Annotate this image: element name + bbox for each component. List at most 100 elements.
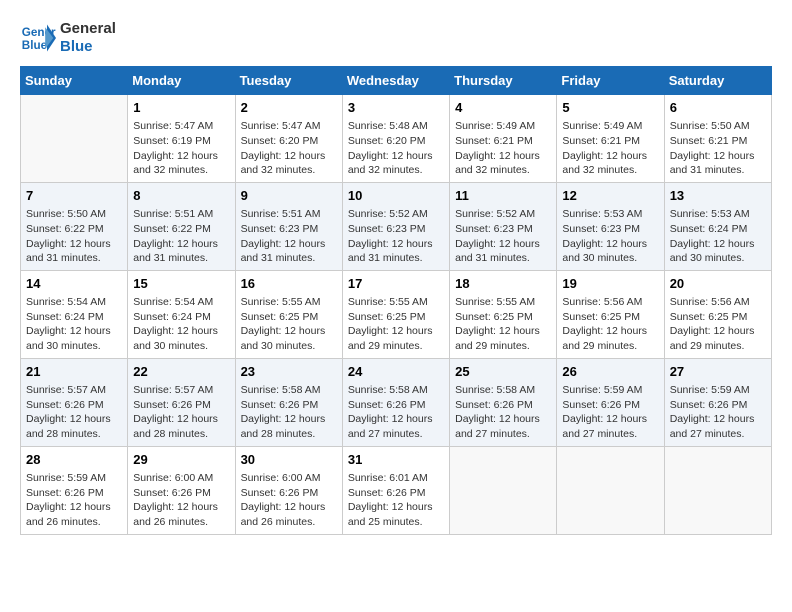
week-row-3: 14 Sunrise: 5:54 AMSunset: 6:24 PMDayligh… <box>21 270 772 358</box>
day-cell: 21 Sunrise: 5:57 AMSunset: 6:26 PMDayligh… <box>21 358 128 446</box>
day-cell: 26Sunrise: 5:59 AMSunset: 6:26 PMDayligh… <box>557 358 664 446</box>
day-number: 7 <box>26 187 122 205</box>
day-number: 21 <box>26 363 122 381</box>
header-row: SundayMondayTuesdayWednesdayThursdayFrid… <box>21 67 772 95</box>
day-number: 6 <box>670 99 766 117</box>
day-cell: 8Sunrise: 5:51 AMSunset: 6:22 PMDaylight… <box>128 182 235 270</box>
day-cell: 17 Sunrise: 5:55 AMSunset: 6:25 PMDayligh… <box>342 270 449 358</box>
day-info: Sunrise: 5:53 AMSunset: 6:24 PMDaylight:… <box>670 207 766 266</box>
day-cell: 31 Sunrise: 6:01 AMSunset: 6:26 PMDayligh… <box>342 446 449 534</box>
day-cell: 27 Sunrise: 5:59 AMSunset: 6:26 PMDayligh… <box>664 358 771 446</box>
day-cell: 18Sunrise: 5:55 AMSunset: 6:25 PMDayligh… <box>450 270 557 358</box>
day-info: Sunrise: 5:49 AMSunset: 6:21 PMDaylight:… <box>562 119 658 178</box>
day-info: Sunrise: 5:47 AMSunset: 6:19 PMDaylight:… <box>133 119 229 178</box>
day-info: Sunrise: 5:56 AMSunset: 6:25 PMDaylight:… <box>562 295 658 354</box>
day-cell: 24 Sunrise: 5:58 AMSunset: 6:26 PMDayligh… <box>342 358 449 446</box>
day-number: 4 <box>455 99 551 117</box>
day-info: Sunrise: 5:47 AMSunset: 6:20 PMDaylight:… <box>241 119 337 178</box>
day-number: 1 <box>133 99 229 117</box>
day-info: Sunrise: 5:54 AMSunset: 6:24 PMDaylight:… <box>26 295 122 354</box>
day-info: Sunrise: 5:59 AMSunset: 6:26 PMDaylight:… <box>26 471 122 530</box>
day-cell <box>21 95 128 183</box>
day-cell: 11 Sunrise: 5:52 AMSunset: 6:23 PMDayligh… <box>450 182 557 270</box>
day-number: 12 <box>562 187 658 205</box>
day-number: 30 <box>241 451 337 469</box>
day-number: 13 <box>670 187 766 205</box>
day-cell: 23 Sunrise: 5:58 AMSunset: 6:26 PMDayligh… <box>235 358 342 446</box>
day-cell <box>664 446 771 534</box>
day-cell: 12 Sunrise: 5:53 AMSunset: 6:23 PMDayligh… <box>557 182 664 270</box>
day-info: Sunrise: 5:50 AMSunset: 6:22 PMDaylight:… <box>26 207 122 266</box>
day-number: 24 <box>348 363 444 381</box>
day-number: 26 <box>562 363 658 381</box>
day-info: Sunrise: 5:48 AMSunset: 6:20 PMDaylight:… <box>348 119 444 178</box>
day-info: Sunrise: 5:58 AMSunset: 6:26 PMDaylight:… <box>455 383 551 442</box>
day-number: 25 <box>455 363 551 381</box>
day-cell: 15 Sunrise: 5:54 AMSunset: 6:24 PMDayligh… <box>128 270 235 358</box>
day-info: Sunrise: 5:55 AMSunset: 6:25 PMDaylight:… <box>348 295 444 354</box>
day-number: 31 <box>348 451 444 469</box>
day-info: Sunrise: 5:52 AMSunset: 6:23 PMDaylight:… <box>348 207 444 266</box>
day-info: Sunrise: 5:56 AMSunset: 6:25 PMDaylight:… <box>670 295 766 354</box>
day-info: Sunrise: 5:55 AMSunset: 6:25 PMDaylight:… <box>241 295 337 354</box>
day-cell: 6 Sunrise: 5:50 AMSunset: 6:21 PMDaylight… <box>664 95 771 183</box>
logo: General Blue General Blue <box>20 20 116 56</box>
day-info: Sunrise: 5:52 AMSunset: 6:23 PMDaylight:… <box>455 207 551 266</box>
day-number: 14 <box>26 275 122 293</box>
day-number: 10 <box>348 187 444 205</box>
day-number: 29 <box>133 451 229 469</box>
day-cell: 14 Sunrise: 5:54 AMSunset: 6:24 PMDayligh… <box>21 270 128 358</box>
day-number: 17 <box>348 275 444 293</box>
day-info: Sunrise: 5:57 AMSunset: 6:26 PMDaylight:… <box>26 383 122 442</box>
day-info: Sunrise: 5:50 AMSunset: 6:21 PMDaylight:… <box>670 119 766 178</box>
day-cell: 1 Sunrise: 5:47 AMSunset: 6:19 PMDaylight… <box>128 95 235 183</box>
day-info: Sunrise: 5:57 AMSunset: 6:26 PMDaylight:… <box>133 383 229 442</box>
day-number: 8 <box>133 187 229 205</box>
day-cell: 19 Sunrise: 5:56 AMSunset: 6:25 PMDayligh… <box>557 270 664 358</box>
day-number: 9 <box>241 187 337 205</box>
day-cell: 29Sunrise: 6:00 AMSunset: 6:26 PMDayligh… <box>128 446 235 534</box>
day-cell: 20 Sunrise: 5:56 AMSunset: 6:25 PMDayligh… <box>664 270 771 358</box>
logo-text-general: General <box>60 20 116 38</box>
day-number: 20 <box>670 275 766 293</box>
day-number: 27 <box>670 363 766 381</box>
day-number: 5 <box>562 99 658 117</box>
day-number: 2 <box>241 99 337 117</box>
day-number: 23 <box>241 363 337 381</box>
day-info: Sunrise: 5:53 AMSunset: 6:23 PMDaylight:… <box>562 207 658 266</box>
day-info: Sunrise: 5:54 AMSunset: 6:24 PMDaylight:… <box>133 295 229 354</box>
svg-text:Blue: Blue <box>22 39 48 52</box>
day-info: Sunrise: 5:59 AMSunset: 6:26 PMDaylight:… <box>670 383 766 442</box>
calendar-table: SundayMondayTuesdayWednesdayThursdayFrid… <box>20 66 772 535</box>
day-cell: 16 Sunrise: 5:55 AMSunset: 6:25 PMDayligh… <box>235 270 342 358</box>
week-row-2: 7 Sunrise: 5:50 AMSunset: 6:22 PMDaylight… <box>21 182 772 270</box>
header-thursday: Thursday <box>450 67 557 95</box>
day-info: Sunrise: 5:58 AMSunset: 6:26 PMDaylight:… <box>241 383 337 442</box>
day-number: 19 <box>562 275 658 293</box>
day-cell: 28Sunrise: 5:59 AMSunset: 6:26 PMDayligh… <box>21 446 128 534</box>
day-cell: 7 Sunrise: 5:50 AMSunset: 6:22 PMDaylight… <box>21 182 128 270</box>
week-row-4: 21 Sunrise: 5:57 AMSunset: 6:26 PMDayligh… <box>21 358 772 446</box>
day-info: Sunrise: 5:55 AMSunset: 6:25 PMDaylight:… <box>455 295 551 354</box>
day-cell: 2 Sunrise: 5:47 AMSunset: 6:20 PMDaylight… <box>235 95 342 183</box>
day-number: 3 <box>348 99 444 117</box>
week-row-1: 1 Sunrise: 5:47 AMSunset: 6:19 PMDaylight… <box>21 95 772 183</box>
logo-text-blue: Blue <box>60 38 116 56</box>
day-cell: 3 Sunrise: 5:48 AMSunset: 6:20 PMDaylight… <box>342 95 449 183</box>
day-number: 16 <box>241 275 337 293</box>
day-cell <box>450 446 557 534</box>
day-info: Sunrise: 6:01 AMSunset: 6:26 PMDaylight:… <box>348 471 444 530</box>
day-info: Sunrise: 5:49 AMSunset: 6:21 PMDaylight:… <box>455 119 551 178</box>
day-number: 11 <box>455 187 551 205</box>
day-info: Sunrise: 5:58 AMSunset: 6:26 PMDaylight:… <box>348 383 444 442</box>
logo-icon: General Blue <box>20 20 56 56</box>
header-tuesday: Tuesday <box>235 67 342 95</box>
header-friday: Friday <box>557 67 664 95</box>
day-cell: 13 Sunrise: 5:53 AMSunset: 6:24 PMDayligh… <box>664 182 771 270</box>
week-row-5: 28Sunrise: 5:59 AMSunset: 6:26 PMDayligh… <box>21 446 772 534</box>
day-info: Sunrise: 5:51 AMSunset: 6:23 PMDaylight:… <box>241 207 337 266</box>
day-cell: 10 Sunrise: 5:52 AMSunset: 6:23 PMDayligh… <box>342 182 449 270</box>
header-monday: Monday <box>128 67 235 95</box>
day-cell: 25 Sunrise: 5:58 AMSunset: 6:26 PMDayligh… <box>450 358 557 446</box>
day-number: 15 <box>133 275 229 293</box>
